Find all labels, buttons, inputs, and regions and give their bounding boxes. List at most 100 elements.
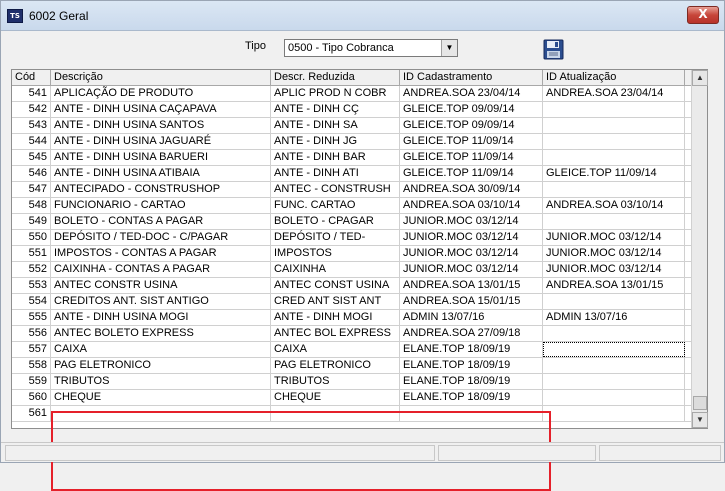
cell-cod[interactable]: 558 bbox=[12, 358, 51, 373]
cell-cod[interactable]: 550 bbox=[12, 230, 51, 245]
cell-cod[interactable]: 543 bbox=[12, 118, 51, 133]
title-bar[interactable]: TS 6002 Geral X bbox=[1, 1, 724, 31]
scroll-thumb[interactable] bbox=[693, 396, 707, 410]
column-header-cod[interactable]: Cód bbox=[12, 70, 51, 86]
table-row[interactable]: 551 IMPOSTOS - CONTAS A PAGAR IMPOSTOS JUNI… bbox=[12, 246, 692, 262]
cell-descr-reduzida[interactable]: FUNC. CARTAO bbox=[271, 198, 400, 213]
table-row[interactable]: 559 TRIBUTOS TRIBUTOS ELANE.TOP 18/09/19 bbox=[12, 374, 692, 390]
table-row[interactable]: 545 ANTE - DINH USINA BARUERI ANTE - DINH … bbox=[12, 150, 692, 166]
cell-descr-reduzida[interactable]: PAG ELETRONICO bbox=[271, 358, 400, 373]
cell-cod[interactable]: 552 bbox=[12, 262, 51, 277]
cell-id-atualizacao[interactable] bbox=[543, 294, 685, 309]
cell-id-cadastramento[interactable]: ELANE.TOP 18/09/19 bbox=[400, 390, 543, 405]
cell-descricao[interactable]: DEPÓSITO / TED-DOC - C/PAGAR bbox=[51, 230, 271, 245]
cell-descr-reduzida[interactable]: ANTE - DINH JG bbox=[271, 134, 400, 149]
cell-id-cadastramento[interactable]: ANDREA.SOA 13/01/15 bbox=[400, 278, 543, 293]
cell-descr-reduzida[interactable]: TRIBUTOS bbox=[271, 374, 400, 389]
cell-id-atualizacao[interactable] bbox=[543, 390, 685, 405]
cell-cod[interactable]: 559 bbox=[12, 374, 51, 389]
cell-id-atualizacao[interactable]: ANDREA.SOA 13/01/15 bbox=[543, 278, 685, 293]
cell-id-cadastramento[interactable]: GLEICE.TOP 11/09/14 bbox=[400, 166, 543, 181]
table-row[interactable]: 555 ANTE - DINH USINA MOGI ANTE - DINH MOG… bbox=[12, 310, 692, 326]
table-row[interactable]: 548 FUNCIONARIO - CARTAO FUNC. CARTAO ANDRE… bbox=[12, 198, 692, 214]
cell-cod[interactable]: 554 bbox=[12, 294, 51, 309]
cell-descr-reduzida[interactable]: BOLETO - CPAGAR bbox=[271, 214, 400, 229]
cell-id-atualizacao[interactable] bbox=[543, 182, 685, 197]
table-row[interactable]: 542 ANTE - DINH USINA CAÇAPAVA ANTE - DINH… bbox=[12, 102, 692, 118]
table-row[interactable]: 546 ANTE - DINH USINA ATIBAIA ANTE - DINH … bbox=[12, 166, 692, 182]
cell-cod[interactable]: 548 bbox=[12, 198, 51, 213]
cell-id-atualizacao[interactable]: JUNIOR.MOC 03/12/14 bbox=[543, 262, 685, 277]
cell-descricao[interactable]: CAIXA bbox=[51, 342, 271, 357]
cell-id-atualizacao[interactable] bbox=[543, 134, 685, 149]
cell-id-atualizacao[interactable] bbox=[543, 326, 685, 341]
cell-id-cadastramento[interactable]: ELANE.TOP 18/09/19 bbox=[400, 374, 543, 389]
table-row[interactable]: 553 ANTEC CONSTR USINA ANTEC CONST USINA AN… bbox=[12, 278, 692, 294]
table-row[interactable]: 547 ANTECIPADO - CONSTRUSHOP ANTEC - CONST… bbox=[12, 182, 692, 198]
scroll-up-icon[interactable]: ▲ bbox=[692, 70, 708, 86]
cell-descricao[interactable]: CAIXINHA - CONTAS A PAGAR bbox=[51, 262, 271, 277]
cell-id-cadastramento[interactable]: ANDREA.SOA 23/04/14 bbox=[400, 86, 543, 101]
cell-descr-reduzida[interactable]: ANTE - DINH BAR bbox=[271, 150, 400, 165]
cell-cod[interactable]: 555 bbox=[12, 310, 51, 325]
cell-id-atualizacao[interactable]: ANDREA.SOA 23/04/14 bbox=[543, 86, 685, 101]
cell-cod[interactable]: 561 bbox=[12, 406, 51, 421]
cell-descr-reduzida[interactable]: ANTE - DINH CÇ bbox=[271, 102, 400, 117]
cell-cod[interactable]: 545 bbox=[12, 150, 51, 165]
cell-descricao[interactable]: ANTE - DINH USINA CAÇAPAVA bbox=[51, 102, 271, 117]
table-row[interactable]: 557 CAIXA CAIXA ELANE.TOP 18/09/19 bbox=[12, 342, 692, 358]
cell-descr-reduzida[interactable]: ANTE - DINH MOGI bbox=[271, 310, 400, 325]
cell-id-atualizacao[interactable] bbox=[543, 150, 685, 165]
cell-id-atualizacao[interactable]: GLEICE.TOP 11/09/14 bbox=[543, 166, 685, 181]
cell-id-atualizacao[interactable]: JUNIOR.MOC 03/12/14 bbox=[543, 230, 685, 245]
cell-descr-reduzida[interactable]: ANTE - DINH SA bbox=[271, 118, 400, 133]
cell-descricao[interactable]: ANTE - DINH USINA SANTOS bbox=[51, 118, 271, 133]
cell-descr-reduzida[interactable]: CHEQUE bbox=[271, 390, 400, 405]
table-row[interactable]: 560 CHEQUE CHEQUE ELANE.TOP 18/09/19 bbox=[12, 390, 692, 406]
cell-id-cadastramento[interactable]: ADMIN 13/07/16 bbox=[400, 310, 543, 325]
cell-cod[interactable]: 542 bbox=[12, 102, 51, 117]
cell-id-cadastramento[interactable]: GLEICE.TOP 11/09/14 bbox=[400, 150, 543, 165]
cell-descr-reduzida[interactable]: CAIXINHA bbox=[271, 262, 400, 277]
cell-id-atualizacao[interactable] bbox=[543, 374, 685, 389]
cell-descricao[interactable]: ANTECIPADO - CONSTRUSHOP bbox=[51, 182, 271, 197]
cell-descricao[interactable]: ANTE - DINH USINA JAGUARÉ bbox=[51, 134, 271, 149]
cell-cod[interactable]: 560 bbox=[12, 390, 51, 405]
table-row[interactable]: 550 DEPÓSITO / TED-DOC - C/PAGAR DEPÓSITO … bbox=[12, 230, 692, 246]
cell-descricao[interactable]: BOLETO - CONTAS A PAGAR bbox=[51, 214, 271, 229]
cell-descricao[interactable]: APLICAÇÃO DE PRODUTO bbox=[51, 86, 271, 101]
cell-cod[interactable]: 553 bbox=[12, 278, 51, 293]
table-row[interactable]: 549 BOLETO - CONTAS A PAGAR BOLETO - CPAGA… bbox=[12, 214, 692, 230]
cell-id-atualizacao[interactable]: ADMIN 13/07/16 bbox=[543, 310, 685, 325]
cell-id-cadastramento[interactable]: ANDREA.SOA 30/09/14 bbox=[400, 182, 543, 197]
cell-id-cadastramento[interactable]: JUNIOR.MOC 03/12/14 bbox=[400, 262, 543, 277]
cell-cod[interactable]: 546 bbox=[12, 166, 51, 181]
cell-id-cadastramento[interactable]: ANDREA.SOA 27/09/18 bbox=[400, 326, 543, 341]
cell-descr-reduzida[interactable]: CAIXA bbox=[271, 342, 400, 357]
table-row[interactable]: 556 ANTEC BOLETO EXPRESS ANTEC BOL EXPRESS… bbox=[12, 326, 692, 342]
cell-cod[interactable]: 551 bbox=[12, 246, 51, 261]
column-header-descricao[interactable]: Descrição bbox=[51, 70, 271, 86]
cell-cod[interactable]: 556 bbox=[12, 326, 51, 341]
cell-id-atualizacao[interactable] bbox=[543, 102, 685, 117]
table-row[interactable]: 543 ANTE - DINH USINA SANTOS ANTE - DINH S… bbox=[12, 118, 692, 134]
cell-id-atualizacao[interactable] bbox=[543, 118, 685, 133]
cell-descr-reduzida[interactable]: ANTEC - CONSTRUSH bbox=[271, 182, 400, 197]
cell-cod[interactable]: 547 bbox=[12, 182, 51, 197]
cell-id-cadastramento[interactable]: GLEICE.TOP 09/09/14 bbox=[400, 118, 543, 133]
cell-descr-reduzida[interactable]: ANTEC CONST USINA bbox=[271, 278, 400, 293]
cell-descricao[interactable]: TRIBUTOS bbox=[51, 374, 271, 389]
tipo-dropdown[interactable]: 0500 - Tipo Cobranca ▼ bbox=[284, 39, 458, 57]
cell-descricao[interactable]: ANTE - DINH USINA MOGI bbox=[51, 310, 271, 325]
cell-id-cadastramento[interactable]: JUNIOR.MOC 03/12/14 bbox=[400, 214, 543, 229]
save-button[interactable] bbox=[542, 38, 565, 61]
vertical-scrollbar[interactable]: ▲ ▼ bbox=[691, 70, 708, 428]
table-row[interactable]: 544 ANTE - DINH USINA JAGUARÉ ANTE - DINH … bbox=[12, 134, 692, 150]
cell-descricao[interactable]: PAG ELETRONICO bbox=[51, 358, 271, 373]
cell-descricao[interactable]: FUNCIONARIO - CARTAO bbox=[51, 198, 271, 213]
cell-descricao[interactable]: CREDITOS ANT. SIST ANTIGO bbox=[51, 294, 271, 309]
chevron-down-icon[interactable]: ▼ bbox=[441, 40, 457, 56]
cell-descricao[interactable]: CHEQUE bbox=[51, 390, 271, 405]
cell-id-cadastramento[interactable]: GLEICE.TOP 11/09/14 bbox=[400, 134, 543, 149]
cell-descricao[interactable]: ANTEC CONSTR USINA bbox=[51, 278, 271, 293]
